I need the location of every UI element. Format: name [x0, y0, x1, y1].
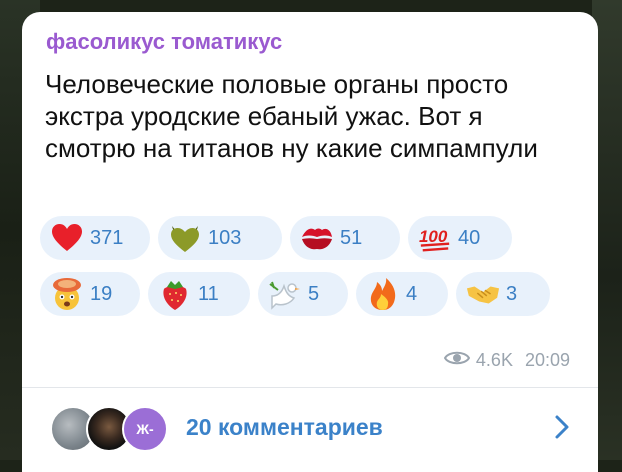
- reaction-handshake[interactable]: 3: [456, 272, 550, 316]
- reaction-row: 371 103 51 100 40: [40, 216, 580, 260]
- reaction-count: 3: [506, 282, 518, 305]
- reaction-count: 371: [90, 226, 124, 249]
- reaction-dove[interactable]: 5: [258, 272, 348, 316]
- message-bubble: фасоликус томатикус Человеческие половые…: [22, 12, 598, 472]
- reaction-count: 4: [406, 282, 418, 305]
- reaction-hundred[interactable]: 100 40: [408, 216, 512, 260]
- reaction-count: 51: [340, 226, 363, 249]
- fire-icon: [366, 277, 400, 311]
- comments-button[interactable]: Ж- 20 комментариев: [22, 388, 598, 472]
- commenter-avatars: Ж-: [50, 406, 170, 454]
- dove-icon: [268, 277, 302, 311]
- reaction-red-heart[interactable]: 371: [40, 216, 150, 260]
- reaction-exploding-head[interactable]: 19: [40, 272, 140, 316]
- reaction-count: 11: [198, 282, 219, 305]
- message-text: Человеческие половые органы просто экстр…: [45, 69, 538, 163]
- reaction-count: 103: [208, 226, 242, 249]
- chevron-right-icon: [554, 414, 570, 445]
- reaction-count: 19: [90, 282, 113, 305]
- eye-icon: [443, 349, 471, 372]
- comments-label: 20 комментариев: [186, 414, 383, 440]
- reaction-row: 19 11 5 4 3: [40, 272, 580, 316]
- kiss-mark-icon: [300, 221, 334, 255]
- reactions-panel: 371 103 51 100 40 19 11 5 4 3: [40, 216, 580, 328]
- message-meta: 4.6K 20:09: [443, 349, 570, 372]
- author-name[interactable]: фасоликус томатикус: [46, 29, 282, 55]
- red-heart-icon: [50, 221, 84, 255]
- handshake-icon: [466, 277, 500, 311]
- reaction-fire[interactable]: 4: [356, 272, 448, 316]
- reaction-count: 5: [308, 282, 320, 305]
- reaction-green-heart-horns[interactable]: 103: [158, 216, 282, 260]
- reaction-count: 40: [458, 226, 481, 249]
- reaction-kiss-mark[interactable]: 51: [290, 216, 400, 260]
- avatar: Ж-: [122, 406, 168, 452]
- views-count: 4.6K: [475, 350, 513, 370]
- hundred-points-icon: 100: [418, 221, 452, 255]
- strawberry-icon: [158, 277, 192, 311]
- exploding-head-icon: [50, 277, 84, 311]
- green-heart-horns-icon: [168, 221, 202, 255]
- reaction-strawberry[interactable]: 11: [148, 272, 250, 316]
- message-time: 20:09: [524, 350, 570, 370]
